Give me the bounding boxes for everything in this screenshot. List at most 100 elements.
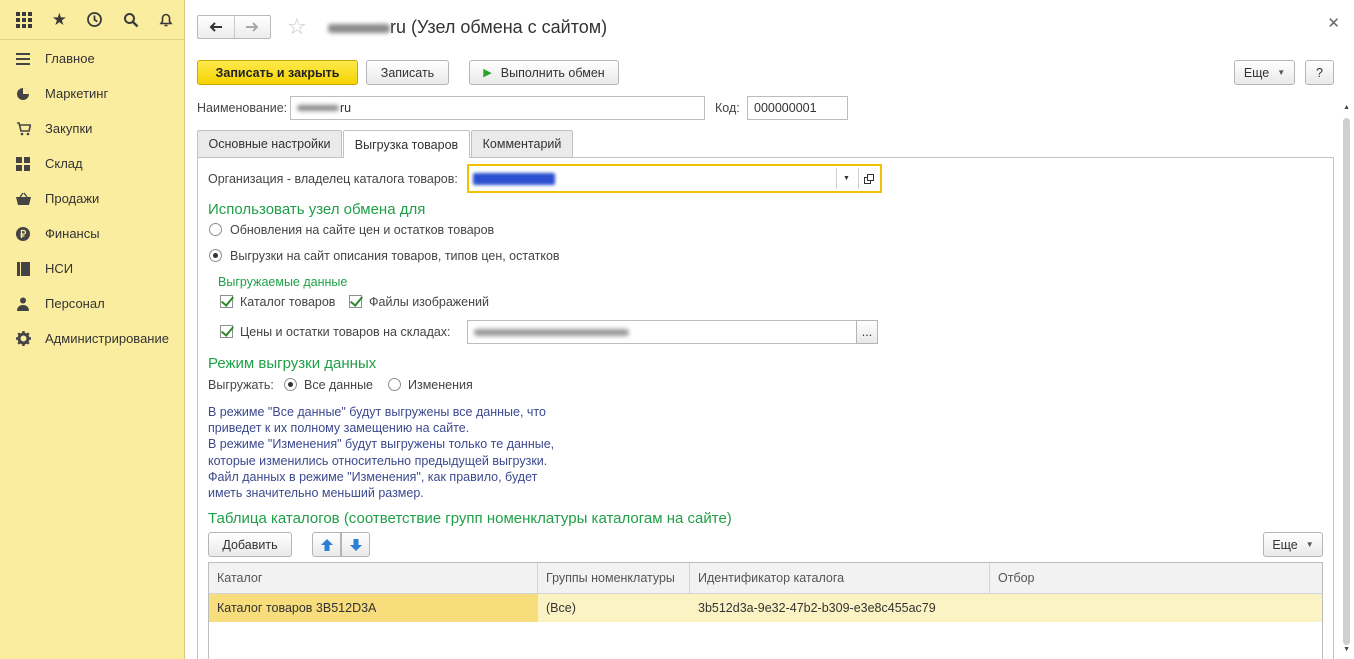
- vertical-scrollbar[interactable]: [1343, 118, 1350, 645]
- export-mode-label: Выгружать:: [208, 378, 274, 392]
- checkbox-images-label: Файлы изображений: [369, 295, 489, 309]
- app-window: ★ Главное Маркетинг Закупки Склад Продаж…: [0, 0, 1354, 659]
- redacted-text: [297, 105, 339, 111]
- notifications-bell-icon[interactable]: [148, 11, 184, 28]
- sidebar-item-label: Администрирование: [45, 331, 169, 346]
- move-down-button[interactable]: [341, 532, 370, 557]
- sidebar-item-staff[interactable]: Персонал: [0, 286, 184, 321]
- history-icon[interactable]: [77, 11, 113, 28]
- code-field[interactable]: 000000001: [747, 96, 848, 120]
- search-icon[interactable]: [113, 12, 149, 28]
- favorites-star-icon[interactable]: ★: [42, 10, 78, 30]
- column-header-catalog[interactable]: Каталог: [209, 563, 538, 593]
- radio-export-descriptions[interactable]: [209, 249, 222, 262]
- checkbox-prices-label: Цены и остатки товаров на складах:: [240, 325, 451, 339]
- arrow-up-icon: [320, 538, 333, 551]
- gear-icon: [15, 331, 31, 347]
- run-exchange-button[interactable]: ▶ Выполнить обмен: [469, 60, 619, 85]
- main-form: ☆ ru (Узел обмена с сайтом) ✕ Записать и…: [186, 0, 1354, 659]
- cell-filter[interactable]: [990, 594, 1322, 622]
- help-button[interactable]: ?: [1305, 60, 1334, 85]
- warehouses-field[interactable]: [467, 320, 858, 344]
- table-row[interactable]: Каталог товаров 3B512D3A (Все) 3b512d3a-…: [209, 594, 1322, 622]
- open-icon[interactable]: [858, 168, 878, 189]
- redacted-text: [473, 172, 555, 185]
- checkbox-images[interactable]: [349, 295, 362, 308]
- redacted-text: [474, 328, 629, 336]
- close-icon[interactable]: ✕: [1327, 14, 1340, 32]
- add-button[interactable]: Добавить: [208, 532, 292, 557]
- radio-mode-changes-label: Изменения: [408, 378, 473, 392]
- code-label: Код:: [715, 101, 740, 115]
- sidebar-item-admin[interactable]: Администрирование: [0, 321, 184, 356]
- play-icon: ▶: [483, 67, 492, 79]
- history-nav-buttons: [197, 15, 271, 39]
- sidebar-item-sales[interactable]: Продажи: [0, 181, 184, 216]
- reference-book-icon: [15, 261, 31, 277]
- checkbox-catalog-label: Каталог товаров: [240, 295, 336, 309]
- ruble-coin-icon: [15, 226, 31, 242]
- name-field[interactable]: ru: [290, 96, 705, 120]
- person-icon: [15, 296, 31, 312]
- radio-mode-all[interactable]: [284, 378, 297, 391]
- save-and-close-button[interactable]: Записать и закрыть: [197, 60, 358, 85]
- mode-heading: Режим выгрузки данных: [208, 355, 377, 372]
- arrow-down-icon: [349, 538, 362, 551]
- tab-comment[interactable]: Комментарий: [471, 130, 573, 157]
- sidebar-item-label: Финансы: [45, 226, 100, 241]
- star-outline-icon[interactable]: ☆: [287, 14, 307, 40]
- radio-update-prices[interactable]: [209, 223, 222, 236]
- save-button[interactable]: Записать: [366, 60, 449, 85]
- sidebar-item-nsi[interactable]: НСИ: [0, 251, 184, 286]
- sidebar-item-label: Маркетинг: [45, 86, 109, 101]
- sidebar-item-label: Продажи: [45, 191, 100, 206]
- catalogs-heading: Таблица каталогов (соответствие групп но…: [208, 510, 732, 527]
- sidebar-item-label: Главное: [45, 51, 95, 66]
- shopping-cart-icon: [15, 121, 31, 137]
- select-warehouses-button[interactable]: ...: [856, 320, 878, 344]
- column-header-identifier[interactable]: Идентификатор каталога: [690, 563, 990, 593]
- arrow-left-icon[interactable]: [198, 16, 234, 38]
- basket-icon: [15, 191, 31, 207]
- table-more-button[interactable]: Еще ▼: [1263, 532, 1323, 557]
- apps-grid-icon[interactable]: [6, 11, 42, 28]
- page-title: ru (Узел обмена с сайтом): [328, 17, 607, 38]
- org-label: Организация - владелец каталога товаров:: [208, 172, 458, 186]
- cell-identifier[interactable]: 3b512d3a-9e32-47b2-b309-e3e8c455ac79: [690, 594, 990, 622]
- sidebar-top-icons: ★: [0, 0, 184, 40]
- menu-lines-icon: [15, 51, 31, 67]
- sidebar-item-label: Персонал: [45, 296, 105, 311]
- tab-export-goods[interactable]: Выгрузка товаров: [343, 130, 470, 158]
- chevron-down-icon[interactable]: ▼: [836, 168, 856, 189]
- arrow-right-icon[interactable]: [233, 16, 271, 38]
- sidebar-nav: Главное Маркетинг Закупки Склад Продажи …: [0, 40, 184, 356]
- pie-chart-icon: [15, 86, 31, 102]
- checkbox-catalog[interactable]: [220, 295, 233, 308]
- use-node-heading: Использовать узел обмена для: [208, 201, 426, 218]
- cell-catalog[interactable]: Каталог товаров 3B512D3A: [209, 594, 538, 622]
- cell-groups[interactable]: (Все): [538, 594, 690, 622]
- column-header-groups[interactable]: Группы номенклатуры: [538, 563, 690, 593]
- radio-mode-changes[interactable]: [388, 378, 401, 391]
- org-select-field[interactable]: ▼: [467, 164, 882, 193]
- radio-mode-all-label: Все данные: [304, 378, 374, 392]
- warehouse-grid-icon: [15, 156, 31, 172]
- more-button[interactable]: Еще ▼: [1234, 60, 1295, 85]
- catalogs-table: Каталог Группы номенклатуры Идентификато…: [208, 562, 1323, 659]
- column-header-filter[interactable]: Отбор: [990, 563, 1322, 593]
- scroll-up-icon[interactable]: ▲: [1343, 104, 1350, 111]
- move-up-button[interactable]: [312, 532, 341, 557]
- sidebar: ★ Главное Маркетинг Закупки Склад Продаж…: [0, 0, 185, 659]
- tab-main-settings[interactable]: Основные настройки: [197, 130, 342, 157]
- sidebar-item-main[interactable]: Главное: [0, 41, 184, 76]
- sidebar-item-label: Закупки: [45, 121, 93, 136]
- mode-info-text: В режиме "Все данные" будут выгружены вс…: [208, 405, 555, 501]
- radio-update-prices-label: Обновления на сайте цен и остатков товар…: [230, 223, 495, 237]
- checkbox-prices[interactable]: [220, 325, 233, 338]
- sidebar-item-marketing[interactable]: Маркетинг: [0, 76, 184, 111]
- scroll-down-icon[interactable]: ▼: [1343, 646, 1350, 653]
- sidebar-item-finance[interactable]: Финансы: [0, 216, 184, 251]
- sidebar-item-purchases[interactable]: Закупки: [0, 111, 184, 146]
- sidebar-item-warehouse[interactable]: Склад: [0, 146, 184, 181]
- chevron-down-icon: ▼: [1305, 540, 1314, 549]
